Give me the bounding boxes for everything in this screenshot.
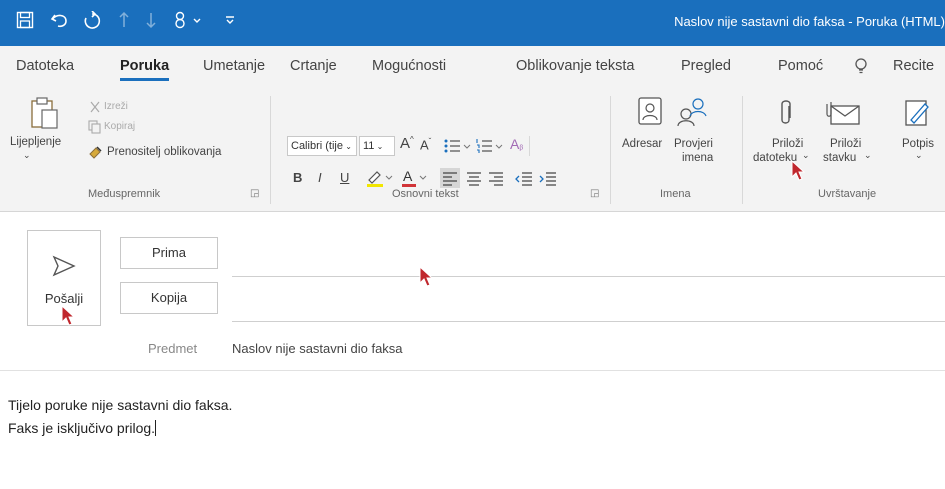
clipboard-group-label: Međuspremnik bbox=[88, 188, 161, 200]
underline-button[interactable]: U bbox=[340, 170, 349, 185]
align-right-icon[interactable] bbox=[486, 168, 506, 193]
send-label: Pošalji bbox=[44, 291, 84, 306]
send-icon bbox=[52, 255, 76, 282]
group-divider bbox=[610, 96, 611, 204]
decrease-indent-icon[interactable] bbox=[514, 168, 534, 193]
tab-file[interactable]: Datoteka bbox=[16, 58, 74, 74]
title-bar: Naslov nije sastavni dio faksa - Poruka … bbox=[0, 0, 945, 46]
copy-icon[interactable] bbox=[88, 120, 102, 139]
tab-message[interactable]: Poruka bbox=[120, 58, 170, 81]
up-arrow-icon[interactable] bbox=[118, 11, 130, 34]
cc-button[interactable]: Kopija bbox=[120, 282, 218, 314]
signature-icon[interactable] bbox=[903, 98, 931, 133]
pointer-cursor-icon bbox=[790, 159, 806, 187]
address-book-icon[interactable] bbox=[637, 96, 663, 131]
grow-font-icon[interactable]: A^ bbox=[400, 135, 414, 152]
attach-item-dropdown-icon[interactable]: ⌄ bbox=[864, 150, 872, 161]
shrink-font-icon[interactable]: Aˇ bbox=[420, 137, 431, 152]
paste-icon[interactable] bbox=[30, 96, 60, 135]
basic-text-group-label: Osnovni tekst bbox=[392, 188, 459, 200]
cut-button[interactable]: Izreži bbox=[104, 101, 128, 112]
redo-icon[interactable] bbox=[82, 10, 102, 36]
cc-field[interactable] bbox=[232, 321, 945, 322]
ribbon-tabs: Datoteka Poruka Umetanje Crtanje Mogućno… bbox=[0, 46, 945, 88]
paste-button[interactable]: Lijepljenje bbox=[10, 136, 61, 148]
lightbulb-icon[interactable] bbox=[854, 58, 868, 78]
format-painter-icon[interactable] bbox=[88, 144, 104, 165]
text-caret bbox=[155, 420, 157, 436]
ribbon: Lijepljenje ⌄ Izreži Kopiraj Prenositelj… bbox=[0, 88, 945, 212]
attach-file-label-line1[interactable]: Priloži bbox=[772, 138, 803, 150]
customize-icon[interactable] bbox=[224, 11, 236, 34]
clipboard-launcher-icon[interactable]: ◲ bbox=[250, 188, 259, 199]
check-names-label-line2[interactable]: imena bbox=[682, 152, 713, 164]
undo-icon[interactable] bbox=[50, 11, 70, 34]
tab-format-text[interactable]: Oblikovanje teksta bbox=[516, 58, 634, 74]
header-body-separator bbox=[0, 370, 945, 371]
font-size-combo[interactable]: 11 ⌄ bbox=[359, 136, 395, 156]
paperclip-icon[interactable] bbox=[778, 98, 794, 133]
check-names-label-line1[interactable]: Provjeri bbox=[674, 138, 713, 150]
tab-options[interactable]: Mogućnosti bbox=[372, 58, 446, 74]
subject-field[interactable]: Naslov nije sastavni dio faksa bbox=[232, 341, 403, 356]
format-painter-button[interactable]: Prenositelj oblikovanja bbox=[107, 146, 221, 158]
save-icon[interactable] bbox=[16, 11, 34, 34]
message-body-line-1[interactable]: Tijelo poruke nije sastavni dio faksa. bbox=[8, 397, 232, 413]
tab-draw[interactable]: Crtanje bbox=[290, 58, 337, 74]
include-group-label: Uvrštavanje bbox=[818, 188, 877, 200]
font-name-value: Calibri (tije bbox=[291, 140, 343, 152]
tab-tell-me[interactable]: Recite bbox=[893, 58, 934, 74]
group-divider bbox=[742, 96, 743, 204]
numbering-icon[interactable] bbox=[476, 138, 504, 159]
styles-icon[interactable]: Aᵦ bbox=[510, 136, 523, 152]
bold-button[interactable]: B bbox=[293, 170, 302, 185]
send-button[interactable]: Pošalji bbox=[27, 230, 101, 326]
paste-dropdown-icon[interactable]: ⌄ bbox=[23, 150, 31, 161]
pointer-cursor-icon bbox=[418, 265, 434, 293]
increase-indent-icon[interactable] bbox=[538, 168, 558, 193]
names-group-label: Imena bbox=[660, 188, 691, 200]
mini-divider bbox=[529, 136, 530, 156]
pointer-cursor-icon bbox=[60, 304, 76, 332]
font-name-combo[interactable]: Calibri (tije ⌄ bbox=[287, 136, 357, 156]
bullets-icon[interactable] bbox=[444, 138, 472, 159]
group-divider bbox=[270, 96, 271, 204]
italic-button[interactable]: I bbox=[318, 170, 322, 185]
check-names-icon[interactable] bbox=[676, 96, 708, 131]
address-book-button[interactable]: Adresar bbox=[622, 138, 662, 150]
highlight-icon[interactable] bbox=[365, 168, 395, 193]
attach-item-label-line1[interactable]: Priloži bbox=[830, 138, 861, 150]
signature-dropdown-icon[interactable]: ⌄ bbox=[915, 150, 923, 161]
message-body-line-2[interactable]: Faks je isključivo prilog. bbox=[8, 420, 157, 436]
basic-text-launcher-icon[interactable]: ◲ bbox=[590, 188, 599, 199]
down-arrow-icon[interactable] bbox=[145, 11, 157, 34]
cut-icon[interactable] bbox=[88, 100, 102, 119]
tab-insert[interactable]: Umetanje bbox=[203, 58, 265, 74]
message-body-line-2-text: Faks je isključivo prilog. bbox=[8, 420, 156, 436]
svg-text:A: A bbox=[403, 168, 413, 184]
to-field[interactable] bbox=[232, 276, 945, 277]
attach-item-icon[interactable] bbox=[825, 100, 861, 131]
align-center-icon[interactable] bbox=[464, 168, 484, 193]
tab-review[interactable]: Pregled bbox=[681, 58, 731, 74]
tab-help[interactable]: Pomoć bbox=[778, 58, 823, 74]
attach-item-label-line2[interactable]: stavku bbox=[823, 152, 856, 164]
subject-label: Predmet bbox=[148, 341, 198, 356]
attachment-dropdown-icon[interactable] bbox=[172, 11, 212, 34]
font-size-value: 11 bbox=[363, 140, 375, 152]
copy-button[interactable]: Kopiraj bbox=[104, 121, 135, 132]
to-button[interactable]: Prima bbox=[120, 237, 218, 269]
window-title: Naslov nije sastavni dio faksa - Poruka … bbox=[674, 14, 945, 29]
signature-button[interactable]: Potpis bbox=[902, 138, 934, 150]
